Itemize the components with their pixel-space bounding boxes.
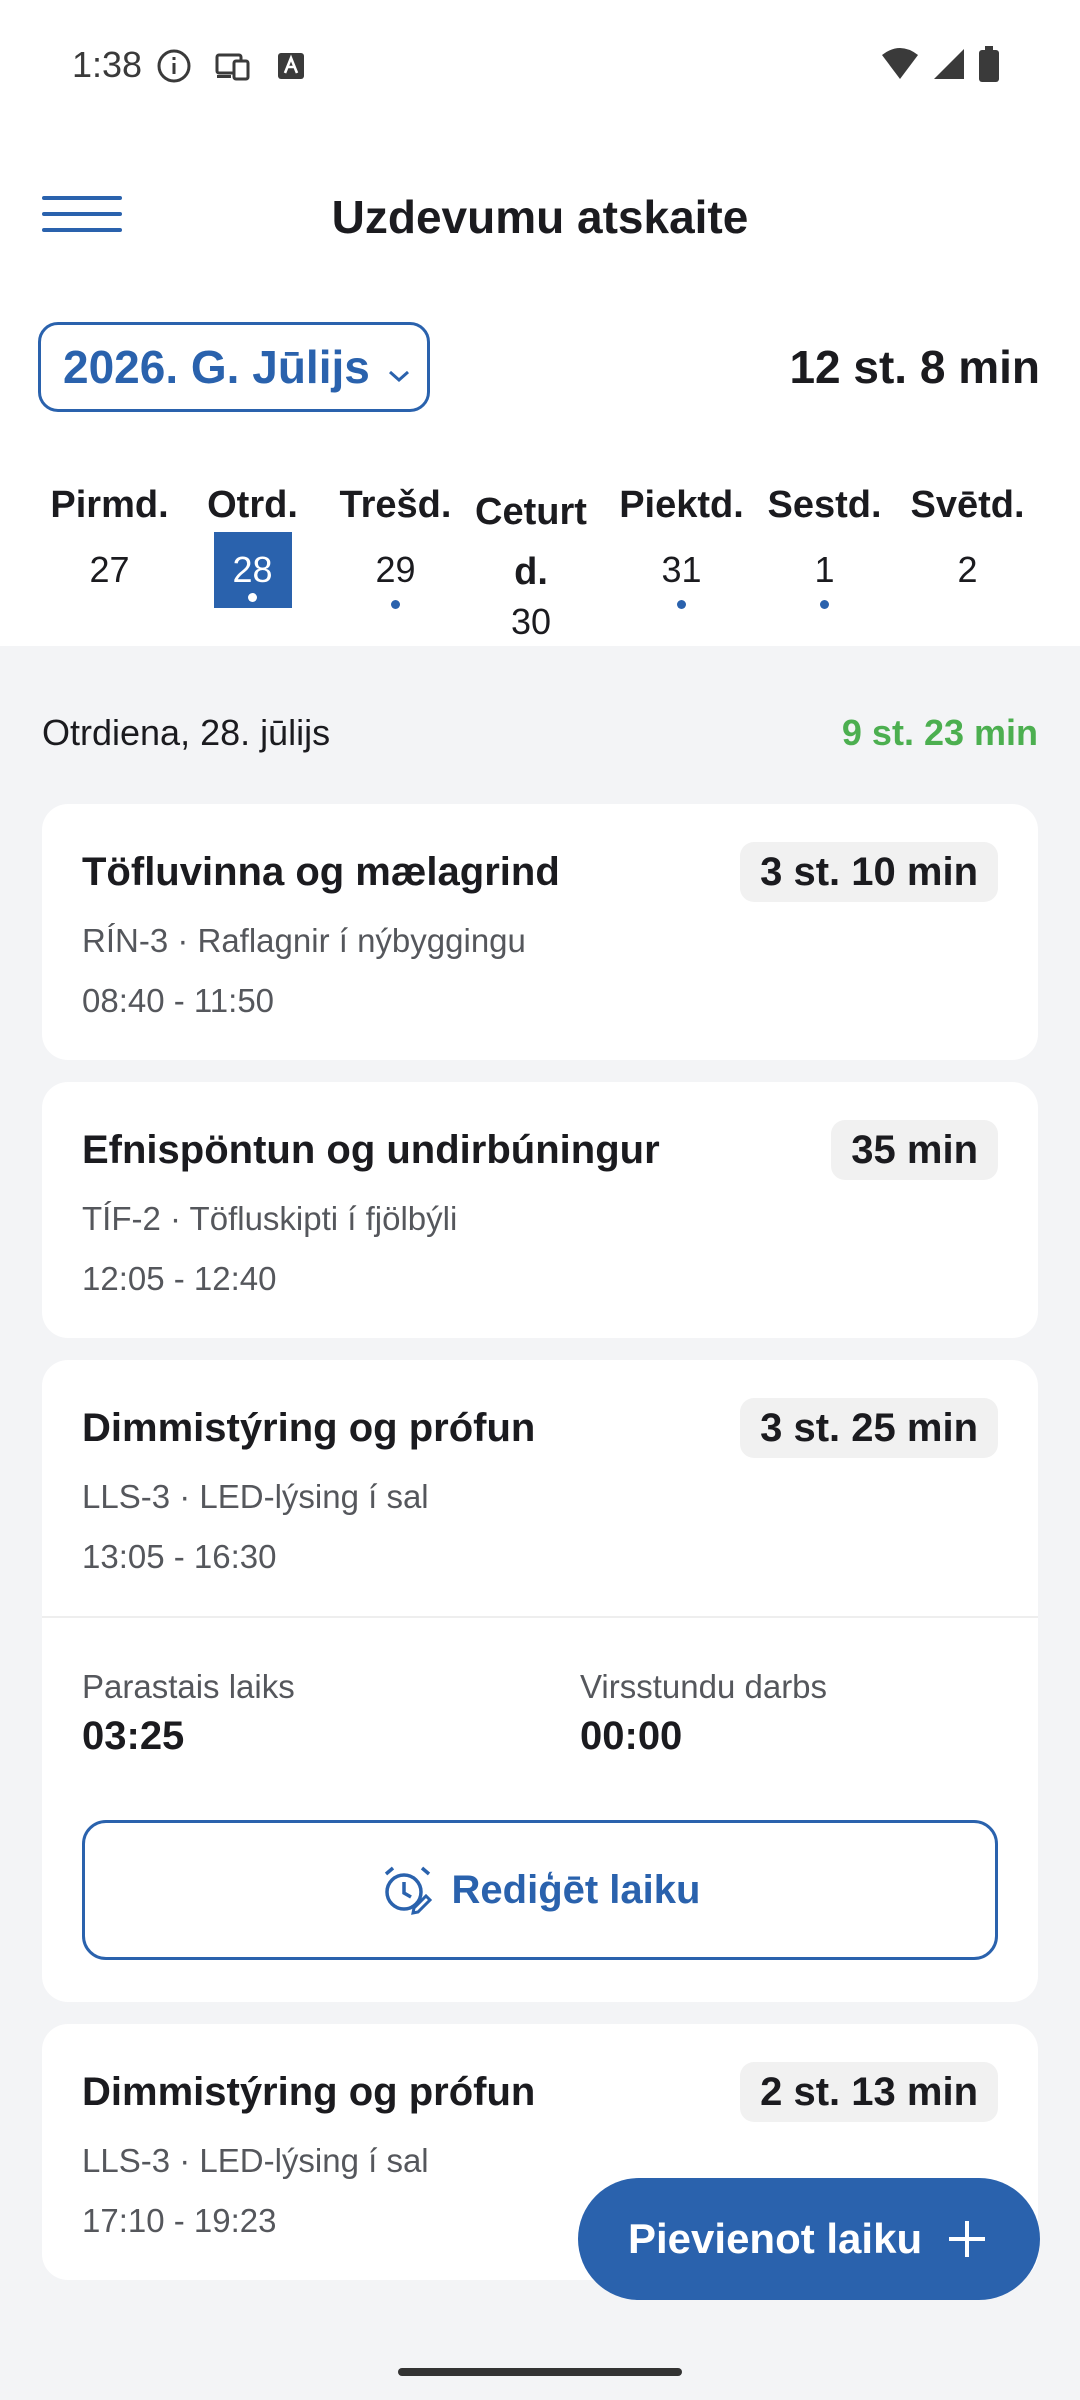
day-number: 27 <box>89 549 130 590</box>
divider <box>42 1616 1038 1618</box>
date-header: Otrdiena, 28. jūlijs <box>42 712 331 753</box>
entry-dot <box>391 600 400 609</box>
entry-project: LLS-3 · LED-lýsing í sal <box>82 2142 429 2179</box>
add-time-button[interactable]: Pievienot laiku <box>578 2178 1040 2300</box>
status-bar: 1:38 <box>0 0 1080 130</box>
time-entry-card[interactable]: Efnispöntun og undirbúningur 35 min TÍF-… <box>42 1082 1038 1338</box>
regular-time-label: Parastais laiks <box>82 1668 295 1705</box>
status-icons-left <box>156 48 306 89</box>
day-wednesday[interactable]: Trešd. 29 <box>324 482 467 609</box>
day-number: 30 <box>510 601 552 642</box>
info-icon <box>156 48 192 89</box>
signal-icon <box>932 47 966 86</box>
month-dropdown[interactable]: 2026. G. Jūlijs <box>38 322 430 412</box>
day-number: 2 <box>957 549 978 590</box>
day-number: 29 <box>375 549 416 590</box>
battery-icon <box>978 46 1000 87</box>
time-entry-card[interactable]: Töfluvinna og mælagrind 3 st. 10 min RÍN… <box>42 804 1038 1060</box>
entry-title: Efnispöntun og undirbúningur <box>82 1128 660 1172</box>
duration-badge: 2 st. 13 min <box>740 2062 998 2122</box>
day-tuesday[interactable]: Otrd. 28 <box>181 482 324 608</box>
day-number-selected: 28 <box>213 532 292 608</box>
home-indicator[interactable] <box>398 2368 682 2376</box>
day-sunday[interactable]: Svētd. 2 <box>896 482 1039 590</box>
entry-project: TÍF-2 · Töfluskipti í fjölbýli <box>82 1200 458 1237</box>
period-row: 2026. G. Jūlijs 12 st. 8 min <box>0 300 1080 438</box>
devices-icon <box>214 50 254 87</box>
plus-icon <box>949 2221 985 2257</box>
entry-dot <box>247 593 257 602</box>
edit-time-label: Rediģēt laiku <box>451 1867 701 1912</box>
add-time-label: Pievienot laiku <box>628 2215 923 2262</box>
day-number: 1 <box>814 549 835 590</box>
period-total: 12 st. 8 min <box>789 341 1040 393</box>
wifi-icon <box>880 47 920 86</box>
entry-title: Dimmistýring og prófun <box>82 1406 536 1450</box>
month-value: 2026. G. Jūlijs <box>63 341 370 393</box>
day-name: Sestd. <box>767 484 882 526</box>
chevron-down-icon <box>386 342 412 396</box>
page-title: Uzdevumu atskaite <box>331 191 749 243</box>
status-time: 1:38 <box>72 44 143 85</box>
entry-project: RÍN-3 · Raflagnir í nýbyggingu <box>82 922 526 959</box>
overtime-label: Virsstundu darbs <box>580 1668 828 1705</box>
duration-badge: 35 min <box>831 1120 998 1180</box>
status-icons-right <box>880 46 1000 87</box>
entry-time-range: 13:05 - 16:30 <box>82 1538 277 1575</box>
day-friday[interactable]: Piektd. 31 <box>610 482 753 609</box>
entry-time-range: 08:40 - 11:50 <box>82 982 275 1019</box>
day-number: 31 <box>661 549 702 590</box>
day-name: Otrd. <box>207 484 298 526</box>
date-total: 9 st. 23 min <box>841 712 1038 753</box>
day-name: Svētd. <box>910 484 1025 526</box>
alarm-edit-icon <box>384 1866 432 1915</box>
day-monday[interactable]: Pirmd. 27 <box>38 482 181 590</box>
duration-badge: 3 st. 25 min <box>740 1398 998 1458</box>
a-icon <box>276 51 306 86</box>
entry-time-range: 12:05 - 12:40 <box>82 1260 277 1297</box>
regular-time-value: 03:25 <box>82 1714 185 1758</box>
entry-project: LLS-3 · LED-lýsing í sal <box>82 1478 429 1515</box>
day-name: Pirmd. <box>50 484 169 526</box>
overtime-value: 00:00 <box>580 1714 683 1758</box>
entry-time-range: 17:10 - 19:23 <box>82 2202 277 2239</box>
entry-title: Dimmistýring og prófun <box>82 2070 536 2114</box>
time-entry-card-expanded[interactable]: Dimmistýring og prófun 3 st. 25 min LLS-… <box>42 1360 1038 2002</box>
app-bar: Uzdevumu atskaite <box>0 130 1080 302</box>
edit-time-button[interactable]: Rediģēt laiku <box>82 1820 998 1960</box>
entry-dot <box>677 600 686 609</box>
day-saturday[interactable]: Sestd. 1 <box>753 482 896 609</box>
duration-badge: 3 st. 10 min <box>740 842 998 902</box>
day-name: Trešd. <box>339 484 452 526</box>
day-name: Piektd. <box>619 484 744 526</box>
week-strip: Pirmd. 27 Otrd. 28 Trešd. 29 Ceturt d. 3… <box>0 436 1080 646</box>
entry-dot <box>820 600 829 609</box>
entry-title: Töfluvinna og mælagrind <box>82 850 560 894</box>
day-thursday[interactable]: Ceturt d. 30 <box>467 482 595 642</box>
day-name: Ceturt d. <box>475 491 587 593</box>
